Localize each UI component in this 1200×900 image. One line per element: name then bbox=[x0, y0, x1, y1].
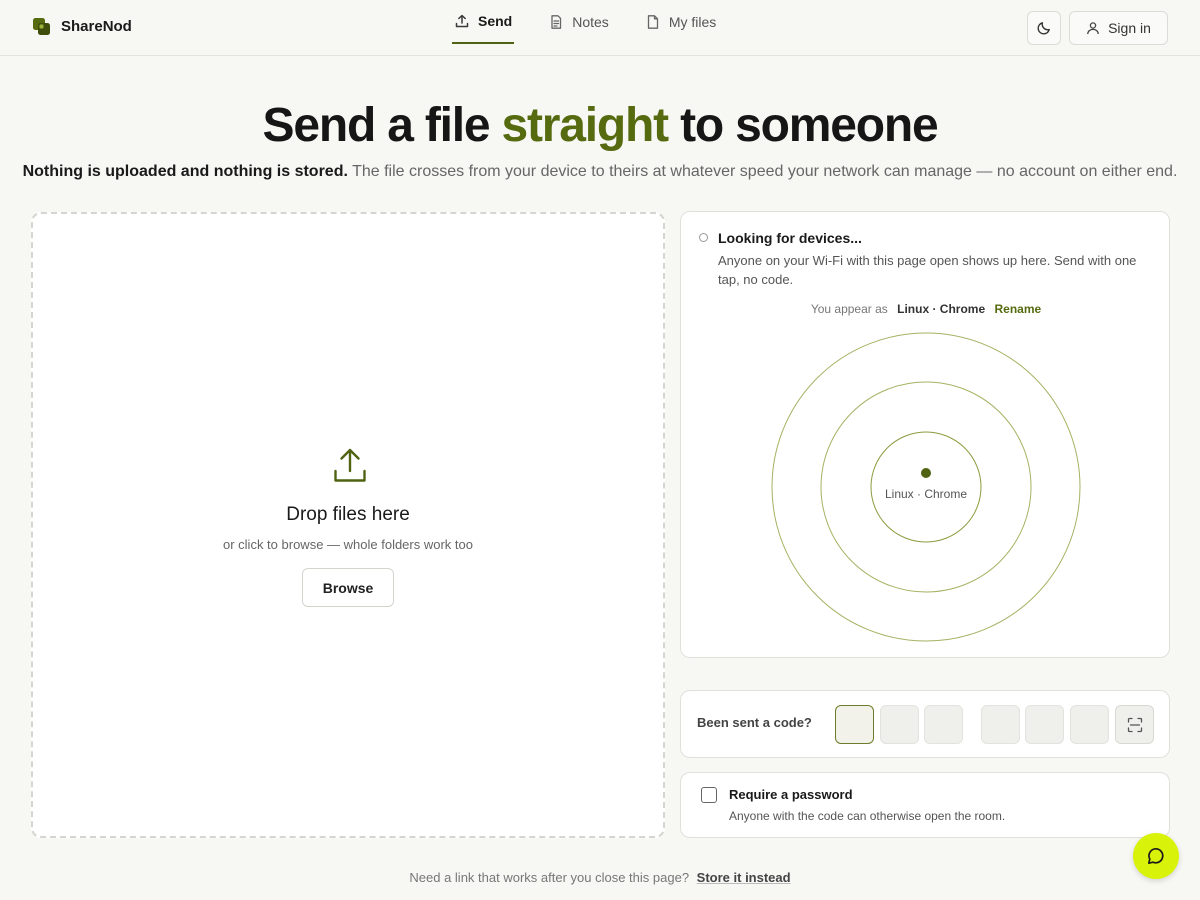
appear-as-label: You appear as bbox=[810, 302, 888, 316]
nav-item-send[interactable]: Send bbox=[452, 0, 515, 44]
upload-icon bbox=[334, 448, 366, 482]
scan-code-button[interactable] bbox=[1115, 705, 1154, 744]
nav-item-my-files[interactable]: My files bbox=[643, 0, 718, 44]
user-icon bbox=[1087, 22, 1099, 35]
nav-item-notes[interactable]: Notes bbox=[546, 0, 611, 44]
page-title: Send a file straight to someone bbox=[0, 98, 1200, 153]
code-digit-input[interactable] bbox=[880, 705, 919, 744]
subtitle-strong: Nothing is uploaded and nothing is store… bbox=[22, 163, 348, 180]
footer-note-text: Need a link that works after you close t… bbox=[409, 870, 690, 885]
scan-icon bbox=[1127, 717, 1142, 732]
code-digit-input[interactable] bbox=[835, 705, 874, 744]
top-bar: ShareNod Send Notes My files Sign in bbox=[0, 0, 1200, 56]
devices-description: Anyone on your Wi-Fi with this page open… bbox=[718, 253, 1137, 287]
nearby-devices-panel: Looking for devices... Anyone on your Wi… bbox=[680, 211, 1170, 658]
page-subtitle: Nothing is uploaded and nothing is store… bbox=[0, 163, 1200, 181]
code-entry-panel: Been sent a code? bbox=[680, 690, 1170, 758]
sign-in-label: Sign in bbox=[1108, 20, 1151, 36]
sign-in-button[interactable]: Sign in bbox=[1069, 11, 1168, 45]
subtitle-rest: The file crosses from your device to the… bbox=[347, 163, 1178, 180]
file-dropzone[interactable]: Drop files here or click to browse — who… bbox=[31, 212, 665, 838]
code-digit-input[interactable] bbox=[924, 705, 963, 744]
file-icon bbox=[647, 15, 658, 29]
brand-logo-icon bbox=[33, 18, 50, 35]
browse-button[interactable]: Browse bbox=[302, 568, 394, 607]
nav-item-label: Send bbox=[478, 13, 513, 29]
theme-toggle-button[interactable] bbox=[1027, 11, 1061, 45]
require-password-checkbox[interactable] bbox=[701, 787, 717, 803]
document-icon bbox=[551, 15, 562, 29]
code-entry-label: Been sent a code? bbox=[697, 715, 812, 730]
code-digit-input[interactable] bbox=[1025, 705, 1064, 744]
password-option-label: Require a password bbox=[729, 787, 853, 802]
devices-status: Looking for devices... bbox=[718, 230, 862, 246]
upload-icon bbox=[455, 14, 469, 28]
own-device-dot bbox=[921, 468, 931, 478]
title-accent: straight bbox=[501, 99, 670, 152]
moon-icon bbox=[1037, 22, 1050, 35]
password-option-panel: Require a password Anyone with the code … bbox=[680, 772, 1170, 838]
dropzone-title: Drop files here bbox=[286, 504, 410, 525]
rename-button[interactable]: Rename bbox=[994, 302, 1041, 316]
title-pre: Send a file bbox=[262, 99, 502, 152]
appear-as-row: You appear as Linux · Chrome Rename bbox=[681, 302, 1171, 316]
code-digit-input[interactable] bbox=[1070, 705, 1109, 744]
own-device-name: Linux · Chrome bbox=[897, 302, 986, 316]
footer-note: Need a link that works after you close t… bbox=[0, 870, 1200, 885]
chat-button[interactable] bbox=[1133, 833, 1179, 879]
brand[interactable]: ShareNod bbox=[32, 17, 132, 36]
radar-device-label: Linux · Chrome bbox=[884, 487, 968, 501]
nav-item-label: Notes bbox=[572, 14, 609, 30]
status-indicator bbox=[699, 233, 708, 242]
nav-item-label: My files bbox=[668, 14, 717, 30]
password-option-description: Anyone with the code can otherwise open … bbox=[729, 809, 1006, 823]
title-post: to someone bbox=[667, 99, 939, 152]
main-nav: Send Notes My files bbox=[452, 0, 750, 56]
chat-bubble-icon bbox=[1147, 847, 1164, 865]
code-digit-input[interactable] bbox=[981, 705, 1020, 744]
dropzone-subtitle: or click to browse — whole folders work … bbox=[223, 537, 473, 552]
store-it-instead-link[interactable]: Store it instead bbox=[697, 870, 791, 885]
brand-name: ShareNod bbox=[61, 18, 132, 35]
